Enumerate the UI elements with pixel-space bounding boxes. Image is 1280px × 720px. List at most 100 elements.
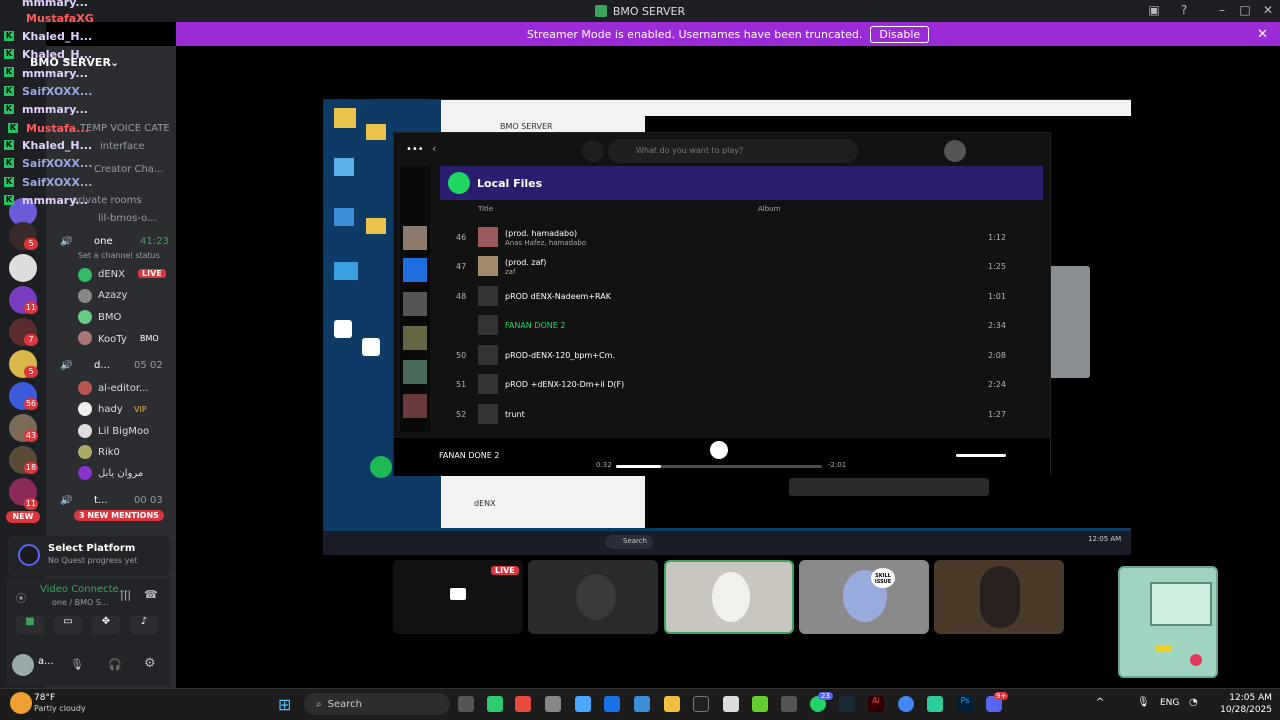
message-box bbox=[789, 478, 989, 496]
voice-user[interactable]: Rik0 bbox=[98, 447, 120, 458]
disable-button[interactable]: Disable bbox=[870, 25, 930, 43]
voice-user[interactable]: al-editor... bbox=[98, 383, 149, 394]
illustrator-icon[interactable]: Ai bbox=[868, 696, 884, 712]
edge-icon[interactable] bbox=[604, 696, 620, 712]
bmo-character bbox=[1118, 566, 1218, 678]
tile-user-speaking[interactable] bbox=[664, 560, 794, 634]
overlay-name: mmmary... bbox=[22, 194, 88, 207]
epic-icon[interactable] bbox=[693, 696, 709, 712]
notification-badge: 23 bbox=[818, 692, 833, 700]
category-temp-voice[interactable]: TEMP VOICE CATE... bbox=[80, 123, 170, 134]
inner-taskbar-search: Search bbox=[605, 535, 653, 549]
store-icon[interactable] bbox=[781, 696, 797, 712]
taskbar-search[interactable]: ⌕ Search bbox=[304, 693, 450, 715]
task-view-icon[interactable] bbox=[458, 696, 474, 712]
new-mentions-badge[interactable]: 3 NEW MENTIONS bbox=[74, 510, 164, 521]
maximize-button[interactable]: □ bbox=[1237, 3, 1253, 17]
close-icon[interactable]: ✕ bbox=[1257, 27, 1268, 42]
username[interactable]: a... bbox=[38, 656, 54, 667]
minimize-button[interactable]: – bbox=[1214, 3, 1230, 17]
clock[interactable]: 12:05 AM 10/28/2025 bbox=[1220, 692, 1272, 716]
weather-icon[interactable] bbox=[10, 692, 32, 714]
channel-status[interactable]: Set a channel status bbox=[78, 251, 160, 260]
soundboard-button[interactable]: ♪ bbox=[130, 616, 158, 634]
overlay-name: SaifXOXX... bbox=[22, 85, 93, 98]
help-icon[interactable]: ? bbox=[1176, 3, 1192, 17]
more-icon: ••• bbox=[406, 144, 424, 155]
app-icon[interactable] bbox=[575, 696, 591, 712]
quest-panel[interactable]: Select Platform No Quest progress yet bbox=[8, 536, 170, 576]
weather-desc[interactable]: Partly cloudy bbox=[34, 704, 86, 713]
gear-icon[interactable]: ⚙ bbox=[144, 656, 156, 671]
app-icon[interactable] bbox=[487, 696, 503, 712]
bmo-dpad bbox=[1156, 646, 1172, 652]
voice-user[interactable]: مروان بابل bbox=[98, 468, 143, 479]
back-icon: ‹ bbox=[432, 142, 437, 155]
voice-user[interactable]: Azazy bbox=[98, 290, 127, 301]
avatar bbox=[576, 574, 616, 620]
voice-channel-d[interactable]: d... bbox=[94, 360, 110, 371]
app-icon[interactable] bbox=[723, 696, 739, 712]
activities-button[interactable]: ✥ bbox=[92, 616, 120, 634]
progress-fill bbox=[616, 465, 662, 468]
column-album: Album bbox=[758, 205, 781, 213]
folder-icon bbox=[366, 124, 386, 140]
track-row: 46 (prod. hamadabo) Anas Hafez, hamadabo … bbox=[456, 227, 1006, 247]
chrome-icon[interactable] bbox=[898, 696, 914, 712]
app-icon[interactable] bbox=[927, 696, 943, 712]
steam-icon[interactable] bbox=[839, 696, 855, 712]
weather-temp[interactable]: 78°F bbox=[34, 693, 55, 703]
screen-share-button[interactable]: ▭ bbox=[54, 616, 82, 634]
tile-user[interactable] bbox=[528, 560, 658, 634]
voice-user[interactable]: dENX bbox=[98, 269, 125, 280]
voice-status[interactable]: Video Connecte... bbox=[40, 584, 128, 595]
channel-interface[interactable]: interface bbox=[100, 141, 145, 152]
new-badge[interactable]: NEW bbox=[6, 511, 40, 523]
now-playing: FANAN DONE 2 bbox=[439, 451, 500, 460]
explorer-icon[interactable] bbox=[664, 696, 680, 712]
quest-subtitle: No Quest progress yet bbox=[48, 556, 138, 565]
server-icon[interactable] bbox=[9, 254, 37, 282]
tile-user[interactable]: SKILL ISSUE bbox=[799, 560, 929, 634]
voice-user[interactable]: Lil BigMoo bbox=[98, 426, 149, 437]
tray-chevron-icon[interactable]: ^ bbox=[1096, 697, 1104, 708]
channel-lil-bmos[interactable]: lil-bmos-o... bbox=[98, 213, 157, 224]
headphones-icon[interactable]: 🎧 bbox=[108, 658, 122, 671]
tile-screen[interactable]: LIVE bbox=[393, 560, 523, 634]
voice-channel-path[interactable]: one / BMO S... bbox=[52, 598, 109, 607]
voice-count: 05 bbox=[134, 360, 147, 371]
voice-user[interactable]: KooTy bbox=[98, 334, 127, 345]
inner-clock: 12:05 AM bbox=[1088, 535, 1122, 543]
voice-user[interactable]: hady bbox=[98, 404, 123, 415]
disconnect-icon[interactable]: ☎ bbox=[144, 588, 158, 601]
channel-creator[interactable]: Creator Cha... bbox=[94, 164, 163, 175]
mic-icon[interactable]: 🎙 bbox=[70, 658, 84, 671]
tile-user-camera[interactable] bbox=[934, 560, 1064, 634]
track-row-playing: FANAN DONE 2 2:34 bbox=[440, 311, 1043, 339]
camera-button[interactable]: ■ bbox=[16, 616, 44, 634]
voice-channel-one[interactable]: one bbox=[94, 236, 113, 247]
album-thumb bbox=[403, 226, 427, 250]
spotify-search: What do you want to play? bbox=[608, 139, 858, 163]
user-tag: BMO bbox=[140, 334, 159, 343]
signal-icon[interactable]: ⦿ bbox=[16, 590, 26, 605]
settings-icon[interactable] bbox=[545, 696, 561, 712]
noise-icon[interactable]: ||| bbox=[120, 588, 131, 601]
overlay-name: Mustafa... bbox=[26, 122, 89, 135]
search-icon: ⌕ bbox=[316, 698, 322, 710]
voice-channel-t[interactable]: t... bbox=[94, 495, 107, 506]
mic-icon[interactable]: 🎙 bbox=[1137, 697, 1150, 708]
photoshop-icon[interactable]: Ps bbox=[957, 696, 973, 712]
voice-user[interactable]: BMO bbox=[98, 312, 121, 323]
app-icon[interactable] bbox=[752, 696, 768, 712]
inbox-icon[interactable]: ▣ bbox=[1146, 3, 1162, 17]
quest-icon bbox=[18, 544, 40, 566]
photos-icon[interactable] bbox=[634, 696, 650, 712]
avatar[interactable] bbox=[12, 654, 34, 676]
browser-icon[interactable] bbox=[515, 696, 531, 712]
track-row: 51 pROD +dENX-120-Dm+il D(F) 2:24 bbox=[440, 370, 1043, 398]
close-window-button[interactable]: ✕ bbox=[1260, 3, 1276, 17]
start-button[interactable]: ⊞ bbox=[278, 695, 291, 714]
wifi-icon[interactable]: ◔ bbox=[1189, 697, 1198, 708]
language-indicator[interactable]: ENG bbox=[1160, 698, 1179, 708]
